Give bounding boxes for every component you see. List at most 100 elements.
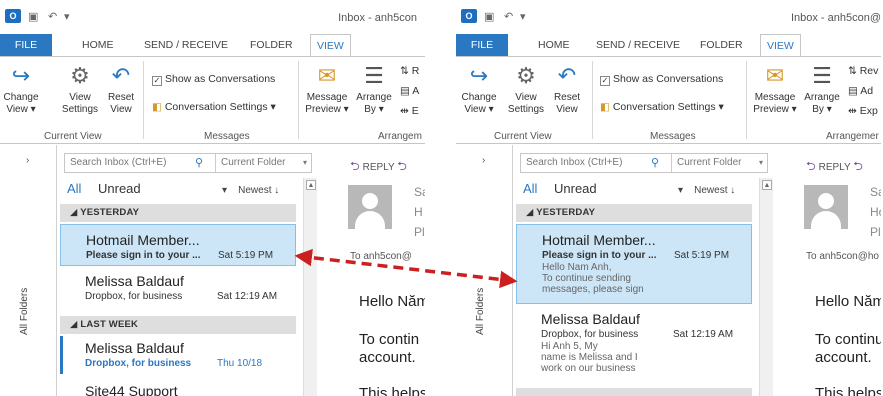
to-line: To anh5con@ xyxy=(350,251,412,262)
message-preview-text: Hi Anh 5, My name is Melissa and I work … xyxy=(541,341,638,374)
undo-icon[interactable]: ↶ xyxy=(504,10,513,23)
list-item[interactable]: Hotmail Member... Please sign in to your… xyxy=(60,224,296,266)
reset-view-button[interactable]: ↶ Reset View xyxy=(550,63,584,116)
reset-view-button[interactable]: ↶ Reset View xyxy=(104,63,138,116)
reply-button[interactable]: ⮌ REPLY ⮌ xyxy=(806,157,866,178)
show-as-conversations-checkbox[interactable]: ✓ Show as Conversations xyxy=(600,73,723,86)
all-folders-label[interactable]: All Folders xyxy=(19,288,30,335)
envelope-icon: ✉ xyxy=(317,63,337,88)
group-label-current-view: Current View xyxy=(494,131,552,142)
ribbon-divider xyxy=(746,61,747,139)
reset-icon: ↶ xyxy=(111,63,131,88)
scroll-up-icon[interactable]: ▲ xyxy=(306,180,316,190)
tab-send-receive[interactable]: SEND / RECEIVE xyxy=(138,34,234,56)
change-view-button[interactable]: ↪ Change View ▾ xyxy=(460,63,498,116)
chevron-down-icon[interactable]: ▾ xyxy=(303,154,307,172)
save-icon[interactable]: ▣ xyxy=(28,10,38,23)
conversation-settings-icon: ◧ xyxy=(600,101,610,113)
group-label-messages: Messages xyxy=(650,131,696,142)
chevron-down-icon[interactable]: ▾ xyxy=(759,154,763,172)
avatar xyxy=(804,185,848,229)
outlook-logo-icon: O xyxy=(461,9,477,23)
reply-button[interactable]: ⮌ REPLY ⮌ xyxy=(350,157,410,178)
group-header-last-week[interactable]: ◢ LAST WEEK xyxy=(60,316,296,334)
list-item[interactable]: Site44 Support xyxy=(60,382,296,396)
reply-icon: ⮌ xyxy=(806,159,816,173)
message-list-scrollbar[interactable]: ▲ xyxy=(759,178,773,396)
expand-folder-pane-icon[interactable]: › xyxy=(26,155,29,166)
search-icon[interactable]: ⚲ xyxy=(651,154,659,172)
arrange-by-button[interactable]: ☰ Arrange By ▾ xyxy=(354,63,394,116)
message-preview-button[interactable]: ✉ Message Preview ▾ xyxy=(302,63,352,116)
search-scope-dropdown[interactable]: Current Folder xyxy=(671,154,741,172)
search-input[interactable]: Search Inbox (Ctrl+E) ⚲ Current Folder ▾ xyxy=(64,153,312,173)
quick-access-dropdown-icon[interactable]: ▾ xyxy=(64,10,70,23)
sort-dropdown[interactable]: ▾ Newest ↓ xyxy=(678,185,735,196)
message-list-scrollbar[interactable]: ▲ xyxy=(303,178,317,396)
expand-folder-pane-icon[interactable]: › xyxy=(482,155,485,166)
reset-icon: ↶ xyxy=(557,63,577,88)
tab-home[interactable]: HOME xyxy=(532,34,576,56)
list-item[interactable]: Hotmail Member... Please sign in to your… xyxy=(516,224,752,304)
list-item[interactable]: Melissa Baldauf Dropbox, for business Sat… xyxy=(60,272,296,312)
group-header-yesterday[interactable]: ◢ YESTERDAY xyxy=(60,204,296,222)
conversation-settings-button[interactable]: ◧ Conversation Settings ▾ xyxy=(600,101,724,113)
group-header-yesterday[interactable]: ◢ YESTERDAY xyxy=(516,204,752,222)
add-columns-button[interactable]: ▤ Ad xyxy=(848,85,873,97)
search-icon[interactable]: ⚲ xyxy=(195,154,203,172)
filter-all[interactable]: All xyxy=(523,181,537,196)
arrange-by-button[interactable]: ☰ Arrange By ▾ xyxy=(802,63,842,116)
tab-folder[interactable]: FOLDER xyxy=(694,34,749,56)
tab-file[interactable]: FILE xyxy=(456,34,508,56)
avatar xyxy=(348,185,392,229)
outlook-logo-icon: O xyxy=(5,9,21,23)
to-line: To anh5con@ho xyxy=(806,251,879,262)
sort-dropdown[interactable]: ▾ Newest ↓ xyxy=(222,185,279,196)
filter-all[interactable]: All xyxy=(67,181,81,196)
arrange-icon: ☰ xyxy=(364,63,384,88)
tab-view[interactable]: VIEW xyxy=(310,34,351,57)
ribbon: ↪ Change View ▾ ⚙ View Settings ↶ Reset … xyxy=(456,56,881,144)
filter-unread[interactable]: Unread xyxy=(554,181,597,196)
reply-all-icon: ⮌ xyxy=(397,159,407,173)
scroll-up-icon[interactable]: ▲ xyxy=(762,180,772,190)
show-as-conversations-checkbox[interactable]: ✓ Show as Conversations xyxy=(152,73,275,86)
tab-send-receive[interactable]: SEND / RECEIVE xyxy=(590,34,686,56)
change-view-button[interactable]: ↪ Change View ▾ xyxy=(2,63,40,116)
view-settings-button[interactable]: ⚙ View Settings xyxy=(504,63,548,116)
group-label-messages: Messages xyxy=(204,131,250,142)
window-title: Inbox - anh5con@ xyxy=(790,12,881,24)
gear-icon: ⚙ xyxy=(70,63,90,88)
expand-collapse-button[interactable]: ⇹ Exp xyxy=(848,105,878,117)
tab-home[interactable]: HOME xyxy=(76,34,120,56)
search-scope-dropdown[interactable]: Current Folder xyxy=(215,154,285,172)
tab-file[interactable]: FILE xyxy=(0,34,52,56)
title-bar: O ▣ ↶ ▾ Inbox - anh5con@ xyxy=(456,0,881,34)
folder-pane-collapsed: › All Folders xyxy=(456,145,513,396)
change-view-icon: ↪ xyxy=(469,63,489,88)
save-icon[interactable]: ▣ xyxy=(484,10,494,23)
ribbon-divider xyxy=(143,61,144,139)
arrange-icon: ☰ xyxy=(812,63,832,88)
reverse-sort-button[interactable]: ⇅ R xyxy=(400,65,419,77)
reverse-sort-button[interactable]: ⇅ Rev xyxy=(848,65,878,77)
expand-collapse-button[interactable]: ⇹ E xyxy=(400,105,419,117)
checkbox-icon: ✓ xyxy=(600,76,610,86)
conversation-settings-button[interactable]: ◧ Conversation Settings ▾ xyxy=(152,101,276,113)
message-preview-button[interactable]: ✉ Message Preview ▾ xyxy=(750,63,800,116)
search-input[interactable]: Search Inbox (Ctrl+E) ⚲ Current Folder ▾ xyxy=(520,153,768,173)
all-folders-label[interactable]: All Folders xyxy=(475,288,486,335)
filter-unread[interactable]: Unread xyxy=(98,181,141,196)
add-columns-button[interactable]: ▤ A xyxy=(400,85,419,97)
title-bar: O ▣ ↶ ▾ Inbox - anh5con xyxy=(0,0,425,34)
envelope-icon: ✉ xyxy=(765,63,785,88)
list-item[interactable]: Melissa Baldauf Dropbox, for business Sat… xyxy=(516,310,752,386)
ribbon-divider xyxy=(592,61,593,139)
tab-folder[interactable]: FOLDER xyxy=(244,34,299,56)
tab-view[interactable]: VIEW xyxy=(760,34,801,57)
list-item[interactable]: Melissa Baldauf Dropbox, for business Thu… xyxy=(60,336,296,374)
ribbon-tabs: FILE HOME SEND / RECEIVE FOLDER VIEW xyxy=(456,34,881,57)
view-settings-button[interactable]: ⚙ View Settings xyxy=(58,63,102,116)
quick-access-dropdown-icon[interactable]: ▾ xyxy=(520,10,526,23)
undo-icon[interactable]: ↶ xyxy=(48,10,57,23)
